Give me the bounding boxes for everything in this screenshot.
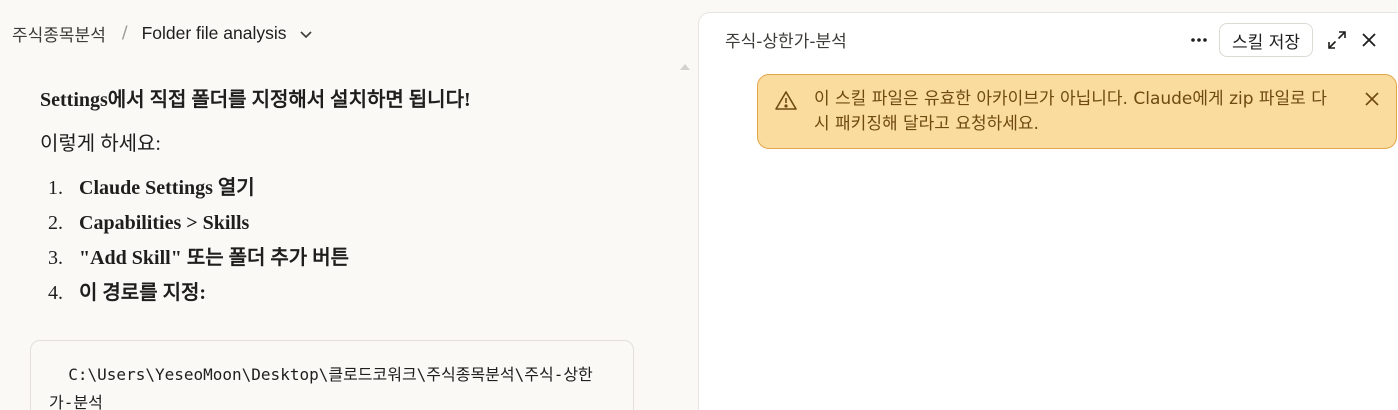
message-heading: Settings에서 직접 폴더를 지정해서 설치하면 됩니다! xyxy=(40,89,471,111)
step-text: 이 경로를 지정: xyxy=(79,282,207,304)
step-number: 4. xyxy=(48,282,63,304)
chat-pane: 주식종목분석 / Folder file analysis Settings에서… xyxy=(0,0,698,410)
close-toast-icon[interactable] xyxy=(1362,89,1382,109)
scroll-up-indicator[interactable] xyxy=(680,64,690,70)
list-item: 2. Capabilities > Skills xyxy=(40,209,680,244)
breadcrumb: 주식종목분석 / Folder file analysis xyxy=(0,0,698,66)
message-intro: 이렇게 하세요: xyxy=(40,133,161,155)
expand-icon[interactable] xyxy=(1321,24,1353,56)
list-item: 3. "Add Skill" 또는 폴더 추가 버튼 xyxy=(40,244,680,279)
step-number: 2. xyxy=(48,212,63,234)
panel-title: 주식-상한가-분석 xyxy=(725,32,847,52)
conversation-title[interactable]: Folder file analysis xyxy=(142,23,287,44)
list-item: 4. 이 경로를 지정: xyxy=(40,279,680,314)
error-toast: 이 스킬 파일은 유효한 아카이브가 아닙니다. Claude에게 zip 파일… xyxy=(757,74,1397,149)
steps-list: 1. Claude Settings 열기 2. Capabilities > … xyxy=(40,174,680,314)
assistant-message: Settings에서 직접 폴더를 지정해서 설치하면 됩니다! 이렇게 하세요… xyxy=(40,86,680,314)
breadcrumb-separator: / xyxy=(121,23,128,43)
list-item: 1. Claude Settings 열기 xyxy=(40,174,680,209)
warning-icon xyxy=(774,89,798,113)
toast-message: 이 스킬 파일은 유효한 아카이브가 아닙니다. Claude에게 zip 파일… xyxy=(814,89,1327,134)
code-block[interactable]: C:\Users\YeseoMoon\Desktop\클로드코워크\주식종목분석… xyxy=(30,340,634,410)
more-icon[interactable] xyxy=(1183,24,1215,56)
artifact-panel: 주식-상한가-분석 스킬 저장 이 스킬 파일은 유효한 아카이브가 아닙니다. xyxy=(698,12,1398,410)
close-icon[interactable] xyxy=(1353,24,1385,56)
step-text: Claude Settings 열기 xyxy=(79,177,255,199)
step-text: "Add Skill" 또는 폴더 추가 버튼 xyxy=(79,247,350,269)
step-number: 3. xyxy=(48,247,63,269)
save-skill-button[interactable]: 스킬 저장 xyxy=(1219,23,1313,57)
step-number: 1. xyxy=(48,177,63,199)
panel-actions: 스킬 저장 xyxy=(1183,23,1385,57)
step-text: Capabilities > Skills xyxy=(79,212,250,234)
chevron-down-icon[interactable] xyxy=(299,26,313,40)
breadcrumb-project[interactable]: 주식종목분석 xyxy=(12,21,106,46)
